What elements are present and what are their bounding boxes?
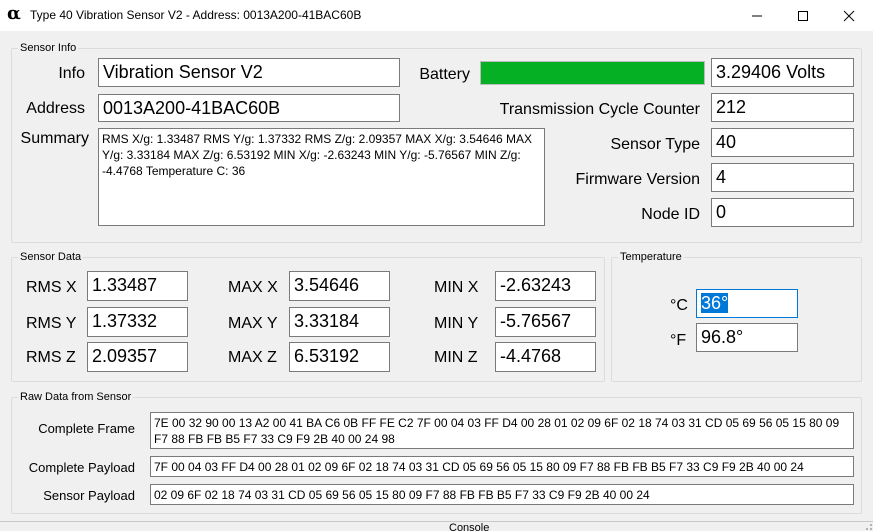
battery-voltage-field[interactable]: 3.29406 Volts <box>711 58 854 87</box>
min-x-field[interactable]: -2.63243 <box>495 271 596 301</box>
minimize-icon <box>752 15 762 16</box>
firmware-version-label: Firmware Version <box>575 171 700 188</box>
celsius-value-selected: 36° <box>701 293 729 313</box>
battery-progress-bar <box>480 61 705 85</box>
max-y-field[interactable]: 3.33184 <box>289 307 390 337</box>
min-z-label: MIN Z <box>434 349 478 366</box>
window-bottom-edge <box>0 521 873 531</box>
rms-z-label: RMS Z <box>26 349 76 366</box>
background-console-tab-label: Console <box>449 522 490 531</box>
min-y-label: MIN Y <box>434 315 479 332</box>
battery-progress-fill <box>481 62 704 84</box>
sensor-type-field[interactable]: 40 <box>711 128 854 157</box>
min-y-field[interactable]: -5.76567 <box>495 307 596 337</box>
max-x-field[interactable]: 3.54646 <box>289 271 390 301</box>
fahrenheit-field[interactable]: 96.8° <box>696 323 798 352</box>
celsius-field[interactable]: 36° <box>696 289 798 318</box>
max-z-label: MAX Z <box>228 349 277 366</box>
sensor-payload-label: Sensor Payload <box>43 488 135 503</box>
rms-z-field[interactable]: 2.09357 <box>87 342 188 372</box>
summary-label: Summary <box>20 130 89 147</box>
transmission-cycle-counter-label: Transmission Cycle Counter <box>499 101 700 118</box>
close-icon <box>843 10 855 21</box>
battery-label: Battery <box>419 66 470 83</box>
celsius-label: °C <box>670 297 688 314</box>
complete-payload-field[interactable]: 7F 00 04 03 FF D4 00 28 01 02 09 6F 02 1… <box>150 456 854 477</box>
rms-x-field[interactable]: 1.33487 <box>87 271 188 301</box>
maximize-button[interactable] <box>780 0 826 31</box>
address-label: Address <box>26 100 85 117</box>
complete-frame-field[interactable]: 7E 00 32 90 00 13 A2 00 41 BA C6 0B FF F… <box>150 412 854 449</box>
sensor-info-group-title: Sensor Info <box>18 41 79 55</box>
background-console-tab[interactable]: Console <box>449 521 505 531</box>
rms-x-label: RMS X <box>26 279 77 296</box>
sensor-payload-field[interactable]: 02 09 6F 02 18 74 03 31 CD 05 69 56 05 1… <box>150 484 854 505</box>
firmware-version-field[interactable]: 4 <box>711 163 854 192</box>
fahrenheit-label: °F <box>670 332 687 349</box>
info-label: Info <box>58 65 85 82</box>
rms-y-field[interactable]: 1.37332 <box>87 307 188 337</box>
resize-grip-icon[interactable] <box>861 519 873 531</box>
app-alpha-icon: α <box>7 3 21 24</box>
complete-frame-label: Complete Frame <box>38 421 135 436</box>
rms-y-label: RMS Y <box>26 315 77 332</box>
close-button[interactable] <box>826 0 872 31</box>
min-z-field[interactable]: -4.4768 <box>495 342 596 372</box>
sensor-data-group-title: Sensor Data <box>18 250 84 264</box>
address-field[interactable]: 0013A200-41BAC60B <box>98 94 400 122</box>
max-z-field[interactable]: 6.53192 <box>289 342 390 372</box>
node-id-field[interactable]: 0 <box>711 198 854 227</box>
title-bar[interactable]: α Type 40 Vibration Sensor V2 - Address:… <box>0 0 873 31</box>
temperature-group: Temperature <box>611 250 862 382</box>
raw-data-group-title: Raw Data from Sensor <box>18 390 134 404</box>
window-title: Type 40 Vibration Sensor V2 - Address: 0… <box>30 8 362 22</box>
node-id-label: Node ID <box>641 206 700 223</box>
maximize-icon <box>798 10 808 21</box>
summary-field[interactable]: RMS X/g: 1.33487 RMS Y/g: 1.37332 RMS Z/… <box>98 128 545 226</box>
info-field[interactable]: Vibration Sensor V2 <box>98 58 400 87</box>
transmission-cycle-counter-field[interactable]: 212 <box>711 93 854 122</box>
complete-payload-label: Complete Payload <box>28 460 135 475</box>
min-x-label: MIN X <box>434 279 479 296</box>
minimize-button[interactable] <box>734 0 780 31</box>
temperature-group-title: Temperature <box>618 250 684 264</box>
max-x-label: MAX X <box>228 279 278 296</box>
sensor-type-label: Sensor Type <box>610 136 700 153</box>
max-y-label: MAX Y <box>228 315 278 332</box>
